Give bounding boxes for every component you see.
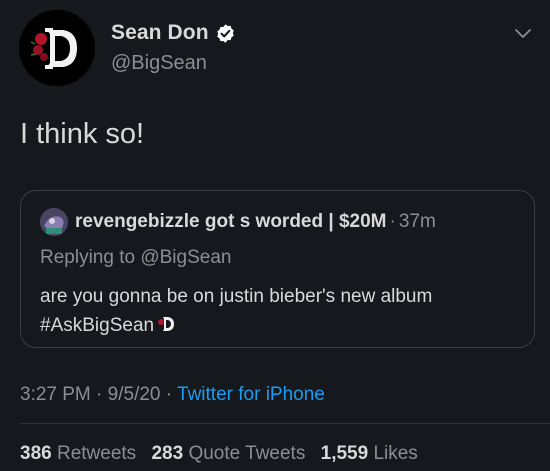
retweets-stat[interactable]: 386 Retweets — [20, 443, 136, 464]
quoted-timestamp: 37m — [398, 211, 436, 232]
retweets-count: 386 — [20, 443, 52, 464]
tweet-detail: Sean Don @BigSean I think so! revengebiz… — [0, 0, 550, 471]
tweet-meta: 3:27 PM · 9/5/20 · Twitter for iPhone — [20, 384, 325, 406]
quoted-body-line1: are you gonna be on justin bieber's new … — [40, 286, 433, 307]
quote-tweets-count: 283 — [151, 443, 184, 464]
author-name-row: Sean Don — [111, 21, 236, 45]
quote-tweets-stat[interactable]: 283 Quote Tweets — [151, 443, 305, 464]
hashtag: #AskBigSean — [40, 315, 155, 336]
author-display-name[interactable]: Sean Don — [111, 21, 209, 45]
author-handle[interactable]: @BigSean — [111, 52, 207, 75]
replying-to-label: Replying to @BigSean — [40, 247, 232, 268]
likes-stat[interactable]: 1,559 Likes — [321, 443, 418, 464]
divider — [20, 423, 550, 424]
likes-count: 1,559 — [320, 443, 369, 464]
tweet-stats: 386 Retweets 283 Quote Tweets 1,559 Like… — [20, 443, 428, 465]
chevron-down-icon[interactable] — [514, 27, 532, 39]
meta-separator: · — [96, 384, 103, 405]
quoted-tweet-header: revengebizzle got s worded | $20M · 37m — [40, 208, 436, 236]
quoted-tweet-card[interactable]: revengebizzle got s worded | $20M · 37m … — [20, 190, 535, 348]
quoted-tweet-body: are you gonna be on justin bieber's new … — [40, 282, 520, 340]
retweets-label: Retweets — [56, 443, 137, 464]
quoted-author-name: revengebizzle got s worded | $20M — [75, 211, 387, 232]
tweet-time[interactable]: 3:27 PM — [20, 384, 91, 405]
likes-label: Likes — [373, 443, 418, 464]
tweet-text: I think so! — [20, 118, 145, 150]
gothic-d-emoji-icon — [156, 314, 176, 334]
verified-badge-icon — [215, 23, 236, 44]
tweet-date[interactable]: 9/5/20 — [108, 384, 161, 405]
quoted-body-line2: #AskBigSean — [40, 311, 520, 340]
quote-tweets-label: Quote Tweets — [188, 443, 306, 464]
author-avatar[interactable] — [19, 10, 95, 86]
meta-separator: · — [165, 384, 173, 405]
quoted-separator: · — [389, 211, 396, 232]
tweet-source-link[interactable]: Twitter for iPhone — [177, 384, 325, 405]
gothic-d-rose-logo-icon — [19, 10, 95, 86]
quoted-author-avatar — [40, 208, 68, 236]
